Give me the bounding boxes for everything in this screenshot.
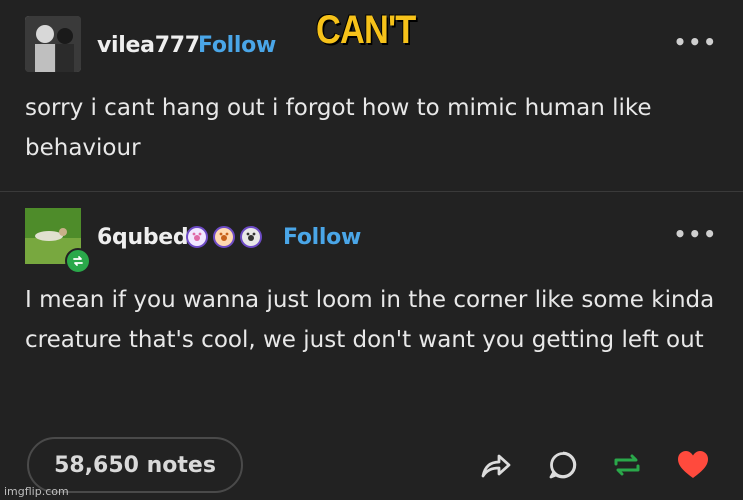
more-options-button[interactable]: •••	[674, 30, 718, 54]
reply-author[interactable]: 6qubed	[97, 225, 189, 250]
reply-text: I mean if you wanna just loom in the cor…	[25, 287, 715, 353]
follow-button[interactable]: Follow	[283, 225, 361, 250]
share-icon	[481, 454, 511, 478]
watermark: imgflip.com	[4, 485, 69, 498]
avatar-vilea777[interactable]	[25, 16, 81, 72]
avatar-6qubed[interactable]	[25, 208, 91, 274]
badge-icon	[186, 226, 208, 248]
user-badges	[186, 226, 262, 248]
more-options-button[interactable]: •••	[674, 222, 718, 246]
reblog-button[interactable]	[609, 447, 645, 483]
reply-icon	[549, 451, 577, 479]
avatar-image	[25, 16, 81, 72]
post-text: sorry i cant hang out i forgot how to mi…	[25, 95, 652, 161]
heart-icon	[678, 451, 708, 478]
badge-icon	[240, 226, 262, 248]
reblog-icon	[614, 454, 640, 476]
reblog-badge-icon	[65, 248, 91, 274]
divider	[0, 191, 743, 192]
meme-caption: CAN'T	[316, 8, 416, 52]
share-button[interactable]	[478, 447, 514, 483]
reply-button[interactable]	[545, 447, 581, 483]
follow-button[interactable]: Follow	[198, 33, 276, 58]
post-author[interactable]: vilea777	[97, 33, 200, 58]
like-button[interactable]	[675, 447, 711, 483]
badge-icon	[213, 226, 235, 248]
